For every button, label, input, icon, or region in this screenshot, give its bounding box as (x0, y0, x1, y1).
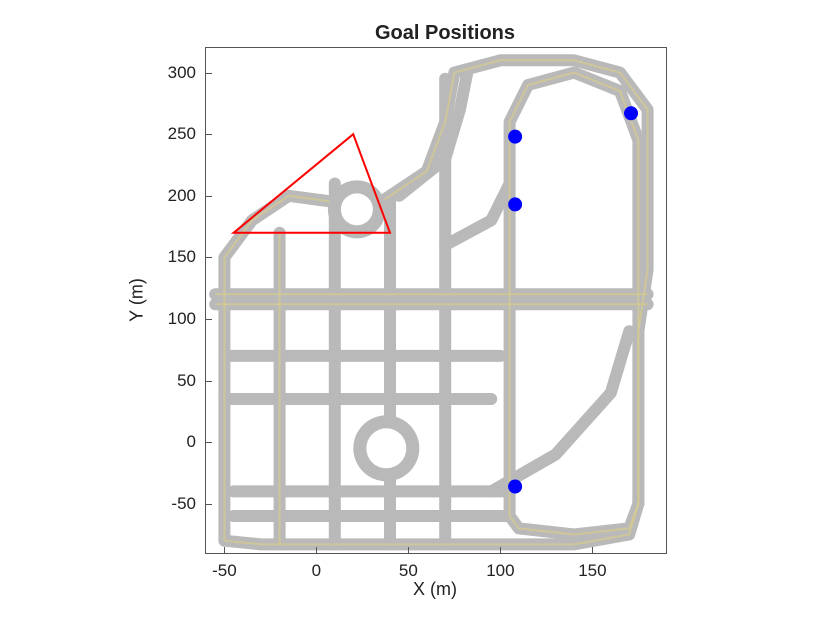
xtick (408, 547, 409, 554)
xtick (500, 547, 501, 554)
ytick-label: 50 (177, 371, 196, 391)
goal-marker (508, 479, 522, 493)
ytick (205, 196, 212, 197)
plot-axes[interactable]: -50050100150-50050100150200250300 (205, 47, 667, 554)
ytick (205, 381, 212, 382)
goal-marker (508, 197, 522, 211)
xtick (316, 547, 317, 554)
goal-marker (508, 130, 522, 144)
xtick (592, 547, 593, 554)
plot-title: Goal Positions (200, 22, 690, 45)
y-axis-label: Y (m) (127, 278, 148, 322)
xtick (224, 547, 225, 554)
goal-marker (624, 106, 638, 120)
ytick-label: 200 (168, 186, 196, 206)
ytick (205, 319, 212, 320)
xtick-label: 50 (399, 561, 418, 581)
ytick-label: 300 (168, 63, 196, 83)
ytick (205, 134, 212, 135)
roundabout-center (341, 193, 373, 225)
ytick-label: -50 (171, 494, 196, 514)
axes-container: -50050100150-50050100150200250300 X (m) … (205, 47, 665, 552)
ytick-label: 250 (168, 124, 196, 144)
ytick (205, 504, 212, 505)
x-axis-label: X (m) (413, 579, 457, 600)
plot-svg (206, 48, 666, 553)
xtick-label: 100 (486, 561, 514, 581)
roundabout-center (366, 428, 406, 468)
xtick-label: 0 (312, 561, 321, 581)
ytick (205, 442, 212, 443)
ytick (205, 73, 212, 74)
xtick-label: 150 (578, 561, 606, 581)
figure-root: Goal Positions -50050100150-500501001502… (0, 0, 840, 630)
ytick-label: 150 (168, 247, 196, 267)
ytick (205, 257, 212, 258)
xtick-label: -50 (212, 561, 237, 581)
ytick-label: 100 (168, 309, 196, 329)
ytick-label: 0 (187, 432, 196, 452)
